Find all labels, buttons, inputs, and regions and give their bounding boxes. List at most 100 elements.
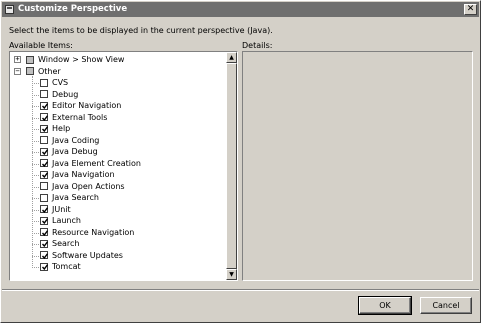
scroll-down-button[interactable]: ▼ bbox=[226, 269, 237, 280]
tree-connector bbox=[32, 140, 39, 142]
item-checkbox[interactable] bbox=[40, 124, 48, 133]
customize-perspective-dialog: Customize Perspective ✕ Select the items… bbox=[0, 0, 481, 323]
item-checkbox[interactable] bbox=[40, 78, 48, 87]
item-checkbox[interactable] bbox=[40, 136, 48, 144]
details-panel bbox=[242, 51, 473, 281]
tree-item-label: JUnit bbox=[52, 204, 71, 214]
tree-connector bbox=[32, 94, 39, 96]
item-checkbox[interactable] bbox=[40, 228, 48, 236]
check-icon bbox=[41, 252, 48, 259]
item-checkbox[interactable] bbox=[26, 67, 34, 75]
available-items-label: Available Items: bbox=[9, 41, 73, 50]
tree-connector bbox=[32, 232, 39, 234]
tree-item-label: Search bbox=[52, 239, 80, 248]
item-checkbox[interactable] bbox=[40, 205, 48, 213]
item-checkbox[interactable] bbox=[40, 182, 48, 190]
tree-item-label: Help bbox=[52, 124, 71, 133]
tree-item-label: Software Updates bbox=[52, 250, 123, 260]
tree-connector bbox=[32, 152, 39, 153]
check-icon bbox=[41, 264, 48, 271]
tree-item[interactable]: Help bbox=[10, 123, 225, 135]
close-button[interactable]: ✕ bbox=[464, 4, 477, 15]
tree-item[interactable]: Launch bbox=[10, 215, 225, 227]
expand-icon[interactable]: + bbox=[14, 56, 21, 63]
ok-button[interactable]: OK bbox=[358, 296, 412, 315]
tree-connector bbox=[32, 83, 39, 84]
window-icon bbox=[5, 5, 14, 14]
tree-group-item[interactable]: − Other bbox=[10, 66, 225, 78]
item-checkbox[interactable] bbox=[40, 147, 48, 156]
tree-item[interactable]: Editor Navigation bbox=[10, 100, 225, 112]
tree-connector bbox=[32, 198, 39, 199]
tree-item[interactable]: Java Search bbox=[10, 192, 225, 204]
item-checkbox[interactable] bbox=[40, 251, 48, 259]
check-icon bbox=[41, 218, 48, 225]
separator bbox=[2, 289, 479, 291]
tree-item[interactable]: Search bbox=[10, 238, 225, 250]
item-checkbox[interactable] bbox=[40, 90, 48, 98]
tree-item-label: Window > Show View bbox=[38, 55, 125, 64]
check-icon bbox=[41, 172, 48, 179]
tree-item[interactable]: Tomcat bbox=[10, 261, 225, 273]
check-icon bbox=[41, 160, 48, 167]
tree-item-label: Java Navigation bbox=[52, 170, 115, 179]
item-checkbox[interactable] bbox=[40, 193, 48, 202]
check-icon bbox=[41, 229, 48, 236]
cancel-button[interactable]: Cancel bbox=[420, 297, 472, 314]
tree-connector bbox=[32, 175, 39, 176]
available-items-tree[interactable]: + Window > Show View − Other CVS Debug Editor … bbox=[9, 51, 238, 281]
check-icon bbox=[41, 114, 48, 121]
tree-connector bbox=[32, 244, 39, 245]
tree-scrollbar[interactable]: ▲ ▼ bbox=[226, 52, 237, 280]
item-checkbox[interactable] bbox=[40, 159, 48, 167]
tree-connector bbox=[32, 267, 39, 268]
window-title: Customize Perspective bbox=[18, 4, 128, 14]
tree-connector-vertical bbox=[32, 75, 33, 268]
check-icon bbox=[41, 126, 48, 133]
tree-item[interactable]: Java Debug bbox=[10, 146, 225, 158]
tree-connector bbox=[32, 255, 39, 257]
tree-connector bbox=[32, 209, 39, 211]
title-bar[interactable]: Customize Perspective ✕ bbox=[2, 2, 479, 17]
tree-item[interactable]: Debug bbox=[10, 89, 225, 101]
tree-item-label: Java Open Actions bbox=[52, 181, 125, 191]
tree-connector bbox=[32, 163, 39, 165]
item-checkbox[interactable] bbox=[40, 216, 48, 225]
collapse-icon[interactable]: − bbox=[14, 67, 21, 75]
tree-item-label: External Tools bbox=[52, 112, 108, 122]
tree-item-label: Editor Navigation bbox=[52, 101, 122, 110]
tree-item-label: CVS bbox=[52, 78, 69, 87]
tree-item[interactable]: CVS bbox=[10, 77, 225, 89]
tree-group-item[interactable]: + Window > Show View bbox=[10, 54, 225, 66]
tree-item-label: Other bbox=[38, 66, 61, 76]
tree-item-label: Tomcat bbox=[52, 262, 81, 271]
tree-item-label: Resource Navigation bbox=[52, 227, 135, 237]
tree-connector bbox=[32, 129, 39, 130]
tree-item[interactable]: Java Navigation bbox=[10, 169, 225, 181]
check-icon bbox=[41, 149, 48, 156]
item-checkbox[interactable] bbox=[40, 262, 48, 271]
tree-item[interactable]: Resource Navigation bbox=[10, 227, 225, 239]
item-checkbox[interactable] bbox=[40, 170, 48, 179]
tree-connector bbox=[32, 117, 39, 119]
tree-item-label: Java Debug bbox=[52, 147, 98, 156]
scroll-up-button[interactable]: ▲ bbox=[226, 52, 237, 63]
tree-item[interactable]: JUnit bbox=[10, 204, 225, 216]
scroll-thumb[interactable] bbox=[226, 63, 237, 269]
item-checkbox[interactable] bbox=[40, 113, 48, 121]
item-checkbox[interactable] bbox=[26, 55, 34, 64]
tree-item-label: Java Coding bbox=[52, 135, 100, 145]
details-label: Details: bbox=[242, 41, 273, 50]
tree-item[interactable]: Java Coding bbox=[10, 135, 225, 147]
item-checkbox[interactable] bbox=[40, 101, 48, 110]
tree-content: + Window > Show View − Other CVS Debug Editor … bbox=[10, 52, 225, 280]
tree-item[interactable]: Java Element Creation bbox=[10, 158, 225, 170]
tree-item[interactable]: External Tools bbox=[10, 112, 225, 124]
tree-item-label: Java Element Creation bbox=[52, 158, 141, 168]
tree-connector bbox=[32, 186, 39, 188]
tree-item[interactable]: Software Updates bbox=[10, 250, 225, 262]
instructions-text: Select the items to be displayed in the … bbox=[9, 26, 273, 35]
tree-connector bbox=[32, 106, 39, 107]
item-checkbox[interactable] bbox=[40, 239, 48, 248]
tree-item[interactable]: Java Open Actions bbox=[10, 181, 225, 193]
